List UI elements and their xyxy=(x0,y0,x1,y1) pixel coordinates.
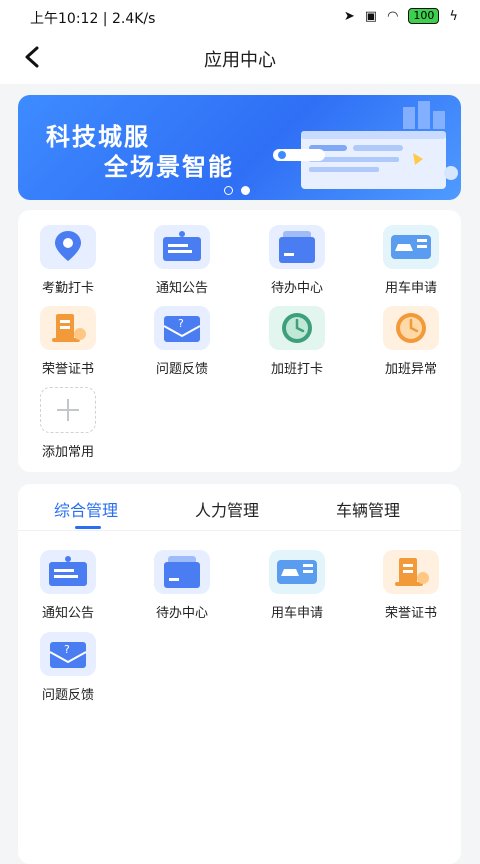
tab-app-notice[interactable]: 通知公告 xyxy=(18,550,118,625)
car-icon xyxy=(269,550,325,594)
app-label: 通知公告 xyxy=(41,606,94,621)
notice-icon xyxy=(40,550,96,594)
clock-orange-icon xyxy=(383,306,439,350)
tab-app-vehicle-request[interactable]: 用车申请 xyxy=(247,550,347,625)
pagination-dot-active[interactable] xyxy=(241,186,250,195)
app-label: 加班异常 xyxy=(384,362,437,377)
category-tabs: 综合管理 人力管理 车辆管理 xyxy=(18,484,461,531)
app-label: 荣誉证书 xyxy=(384,606,437,621)
tab-app-todo-center[interactable]: 待办中心 xyxy=(132,550,232,625)
app-label: 荣誉证书 xyxy=(41,362,94,377)
app-attendance-checkin[interactable]: 考勤打卡 xyxy=(18,225,118,300)
location-icon: ➤ xyxy=(343,8,355,24)
svg-text:?: ? xyxy=(64,643,70,656)
sim-icon: ▣ xyxy=(364,8,378,24)
app-label: 用车申请 xyxy=(270,606,323,621)
notice-icon xyxy=(154,225,210,269)
app-label: 问题反馈 xyxy=(155,362,208,377)
todo-folder-icon xyxy=(269,225,325,269)
top-navbar: 应用中心 xyxy=(0,34,480,84)
app-label: 待办中心 xyxy=(270,281,323,296)
pagination-dot[interactable] xyxy=(224,186,233,195)
svg-text:?: ? xyxy=(178,317,184,330)
charging-icon: ϟ xyxy=(449,8,458,24)
app-label: 通知公告 xyxy=(155,281,208,296)
question-mail-icon: ? xyxy=(154,306,210,350)
banner-title-line2: 全场景智能 xyxy=(104,153,234,181)
promo-banner[interactable]: 科技城服 全场景智能 xyxy=(18,95,461,200)
battery-icon: 100 xyxy=(408,8,440,24)
app-label: 加班打卡 xyxy=(270,362,323,377)
status-bar: 上午10:12 | 2.4K/s ➤ ▣ ◠ 100 ϟ xyxy=(0,0,480,34)
app-notice[interactable]: 通知公告 xyxy=(132,225,232,300)
certificate-icon xyxy=(383,550,439,594)
app-feedback[interactable]: ? 问题反馈 xyxy=(132,306,232,381)
app-label: 待办中心 xyxy=(155,606,208,621)
question-mail-icon: ? xyxy=(40,632,96,676)
tab-general-management[interactable]: 综合管理 xyxy=(54,497,118,521)
tab-hr-management[interactable]: 人力管理 xyxy=(195,497,259,521)
clock-green-icon xyxy=(269,306,325,350)
page-title: 应用中心 xyxy=(204,50,276,71)
app-overtime-checkin[interactable]: 加班打卡 xyxy=(247,306,347,381)
app-label: 问题反馈 xyxy=(41,688,94,703)
app-label: 用车申请 xyxy=(384,281,437,296)
wifi-icon: ◠ xyxy=(387,8,399,24)
tab-app-honor-certificate[interactable]: 荣誉证书 xyxy=(361,550,461,625)
dashboard-illustration xyxy=(273,101,458,189)
category-apps-card: 综合管理 人力管理 车辆管理 通知公告 待办中心 用车申请 荣誉证书 ? 问题反… xyxy=(18,484,461,864)
app-todo-center[interactable]: 待办中心 xyxy=(247,225,347,300)
status-icons: ➤ ▣ ◠ 100 ϟ xyxy=(344,8,458,24)
status-time: 上午10:12 | 2.4K/s xyxy=(30,11,156,27)
app-overtime-exception[interactable]: 加班异常 xyxy=(361,306,461,381)
tab-app-feedback[interactable]: ? 问题反馈 xyxy=(18,632,118,707)
app-vehicle-request[interactable]: 用车申请 xyxy=(361,225,461,300)
active-tab-indicator xyxy=(75,526,101,529)
app-label: 考勤打卡 xyxy=(41,281,94,296)
app-add-common[interactable]: 添加常用 xyxy=(18,387,118,462)
app-honor-certificate[interactable]: 荣誉证书 xyxy=(18,306,118,381)
tab-vehicle-management[interactable]: 车辆管理 xyxy=(336,497,400,521)
car-icon xyxy=(383,225,439,269)
add-icon xyxy=(40,387,96,433)
banner-pagination xyxy=(224,186,250,195)
certificate-icon xyxy=(40,306,96,350)
todo-folder-icon xyxy=(154,550,210,594)
location-pin-icon xyxy=(40,225,96,269)
app-label: 添加常用 xyxy=(41,445,94,460)
common-apps-card: 考勤打卡 通知公告 待办中心 用车申请 荣誉证书 ? 问题反馈 加班打卡 加班异… xyxy=(18,210,461,472)
